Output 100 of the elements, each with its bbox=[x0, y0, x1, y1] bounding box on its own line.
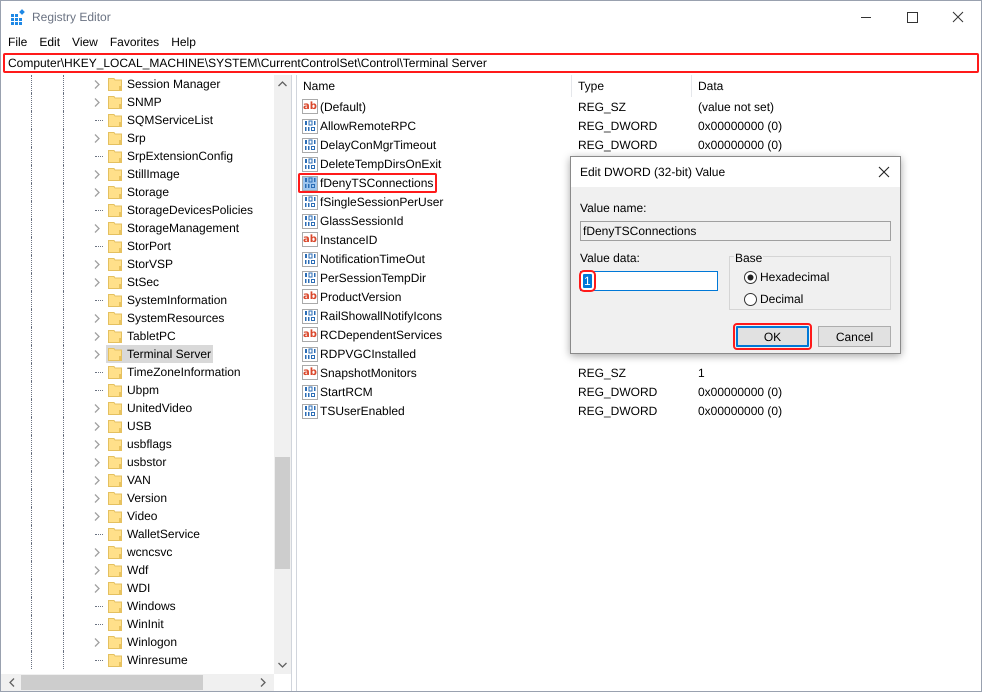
tree-item[interactable]: usbstor bbox=[106, 453, 168, 471]
tree-item[interactable]: WDI bbox=[106, 579, 152, 597]
folder-icon bbox=[108, 293, 122, 307]
chevron-icon[interactable] bbox=[94, 224, 100, 232]
value-name[interactable]: RailShowallNotifyIcons bbox=[298, 306, 446, 326]
menu-item[interactable]: Help bbox=[165, 33, 202, 51]
binary-value-icon bbox=[302, 270, 318, 286]
value-name[interactable]: PerSessionTempDir bbox=[298, 268, 430, 288]
tree-item[interactable]: SystemInformation bbox=[106, 291, 230, 309]
tree-item[interactable]: VAN bbox=[106, 471, 153, 489]
data-cell: 0x00000000 (0) bbox=[698, 138, 782, 152]
menu-item[interactable]: Edit bbox=[33, 33, 66, 51]
tree-item[interactable]: StSec bbox=[106, 273, 162, 291]
value-name[interactable]: NotificationTimeOut bbox=[298, 248, 429, 268]
value-name[interactable]: DeleteTempDirsOnExit bbox=[298, 154, 446, 174]
radio-icon[interactable] bbox=[744, 270, 757, 284]
column-header[interactable]: Data bbox=[692, 75, 981, 97]
radio-option[interactable]: Decimal bbox=[744, 290, 890, 308]
tree-item[interactable]: wcncsvc bbox=[106, 543, 174, 561]
tree-item[interactable]: StorPort bbox=[106, 237, 174, 255]
tree-item[interactable]: WalletService bbox=[106, 525, 202, 543]
tree-item[interactable]: Windows bbox=[106, 597, 178, 615]
chevron-icon[interactable] bbox=[94, 638, 100, 646]
tree-item[interactable]: Session Manager bbox=[106, 75, 222, 93]
folder-icon bbox=[108, 221, 122, 235]
tree-item[interactable]: Wdf bbox=[106, 561, 150, 579]
tree-item[interactable]: Terminal Server bbox=[106, 345, 214, 363]
folder-icon bbox=[108, 329, 122, 343]
horizontal-scrollbar[interactable] bbox=[1, 674, 274, 691]
dialog-button[interactable]: OK bbox=[736, 326, 809, 347]
field-label: Value data: bbox=[580, 250, 640, 267]
value-name[interactable]: ab InstanceID bbox=[298, 230, 382, 250]
tree-item[interactable]: Video bbox=[106, 507, 160, 525]
tree-item[interactable]: Winresume bbox=[106, 651, 190, 669]
tree-item[interactable]: UnitedVideo bbox=[106, 399, 194, 417]
vertical-scrollbar[interactable] bbox=[274, 75, 291, 674]
value-name[interactable]: fSingleSessionPerUser bbox=[298, 192, 448, 212]
tree-item[interactable]: Version bbox=[106, 489, 170, 507]
scrollbar-thumb[interactable] bbox=[275, 457, 290, 569]
value-name[interactable]: StartRCM bbox=[298, 382, 377, 402]
tree-item[interactable]: WinInit bbox=[106, 615, 166, 633]
value-name[interactable]: RDPVGCInstalled bbox=[298, 344, 420, 364]
tree-item[interactable]: Storage bbox=[106, 183, 172, 201]
tree-item[interactable]: Ubpm bbox=[106, 381, 162, 399]
folder-icon bbox=[108, 617, 122, 631]
type-cell: REG_DWORD bbox=[578, 118, 658, 132]
scroll-left-icon[interactable] bbox=[9, 678, 15, 687]
column-header[interactable]: Type bbox=[572, 75, 692, 97]
data-cell: 0x00000000 (0) bbox=[698, 118, 782, 132]
radio-option[interactable]: Hexadecimal bbox=[744, 268, 890, 286]
scroll-right-icon[interactable] bbox=[260, 678, 266, 687]
scroll-up-icon[interactable] bbox=[278, 81, 287, 87]
binary-value-icon bbox=[302, 156, 318, 172]
folder-icon bbox=[108, 545, 122, 559]
value-name[interactable]: DelayConMgrTimeout bbox=[298, 134, 440, 154]
menu-item[interactable]: View bbox=[66, 33, 104, 51]
tree-item[interactable]: StillImage bbox=[106, 165, 182, 183]
data-cell: 0x00000000 (0) bbox=[698, 384, 782, 398]
radio-icon[interactable] bbox=[744, 292, 757, 306]
value-name[interactable]: fDenyTSConnections bbox=[298, 172, 438, 192]
tree-item[interactable]: StorageDevicesPolicies bbox=[106, 201, 256, 219]
tree-item[interactable]: USB bbox=[106, 417, 154, 435]
value-name[interactable]: ab ProductVersion bbox=[298, 286, 406, 306]
folder-icon bbox=[108, 383, 122, 397]
tree-item[interactable]: TabletPC bbox=[106, 327, 178, 345]
tree-item[interactable]: StorageManagement bbox=[106, 219, 242, 237]
chevron-icon[interactable] bbox=[94, 134, 100, 142]
tree-item[interactable]: usbflags bbox=[106, 435, 174, 453]
value-name[interactable]: AllowRemoteRPC bbox=[298, 116, 420, 136]
value-name[interactable]: GlassSessionId bbox=[298, 210, 408, 230]
value-data-field[interactable]: 1 bbox=[580, 271, 718, 291]
tree-item[interactable]: SQMServiceList bbox=[106, 111, 216, 129]
tree-item[interactable]: SrpExtensionConfig bbox=[106, 147, 236, 165]
tree-item[interactable]: TimeZoneInformation bbox=[106, 363, 243, 381]
close-icon[interactable] bbox=[878, 166, 890, 178]
scroll-down-icon[interactable] bbox=[278, 662, 287, 668]
value-name-field[interactable]: fDenyTSConnections bbox=[580, 221, 891, 241]
address-bar[interactable]: Computer\HKEY_LOCAL_MACHINE\SYSTEM\CurrentControlSet\Control\Terminal Server bbox=[3, 53, 979, 73]
tree-item[interactable]: Winlogon bbox=[106, 633, 180, 651]
type-cell: REG_SZ bbox=[578, 366, 626, 380]
value-name[interactable]: ab (Default) bbox=[298, 96, 370, 116]
folder-icon bbox=[108, 77, 122, 91]
tree-item[interactable]: SystemResources bbox=[106, 309, 226, 327]
scrollbar-thumb[interactable] bbox=[21, 675, 203, 690]
folder-icon bbox=[108, 311, 122, 325]
tree-item[interactable]: StorVSP bbox=[106, 255, 176, 273]
column-header[interactable]: Name bbox=[297, 75, 572, 97]
tree-item[interactable]: Srp bbox=[106, 129, 148, 147]
window-title: Registry Editor bbox=[32, 9, 111, 26]
menu-item[interactable]: Favorites bbox=[104, 33, 166, 51]
value-name[interactable]: TSUserEnabled bbox=[298, 400, 409, 420]
app-icon bbox=[10, 9, 26, 25]
menu-item[interactable]: File bbox=[2, 33, 34, 51]
dialog-button[interactable]: Cancel bbox=[818, 326, 891, 347]
folder-icon bbox=[108, 455, 122, 469]
tree-item[interactable]: SNMP bbox=[106, 93, 164, 111]
binary-value-icon bbox=[302, 346, 318, 362]
value-name[interactable]: ab RCDependentServices bbox=[298, 324, 446, 344]
value-name[interactable]: ab SnapshotMonitors bbox=[298, 362, 421, 382]
binary-value-icon bbox=[302, 174, 318, 190]
